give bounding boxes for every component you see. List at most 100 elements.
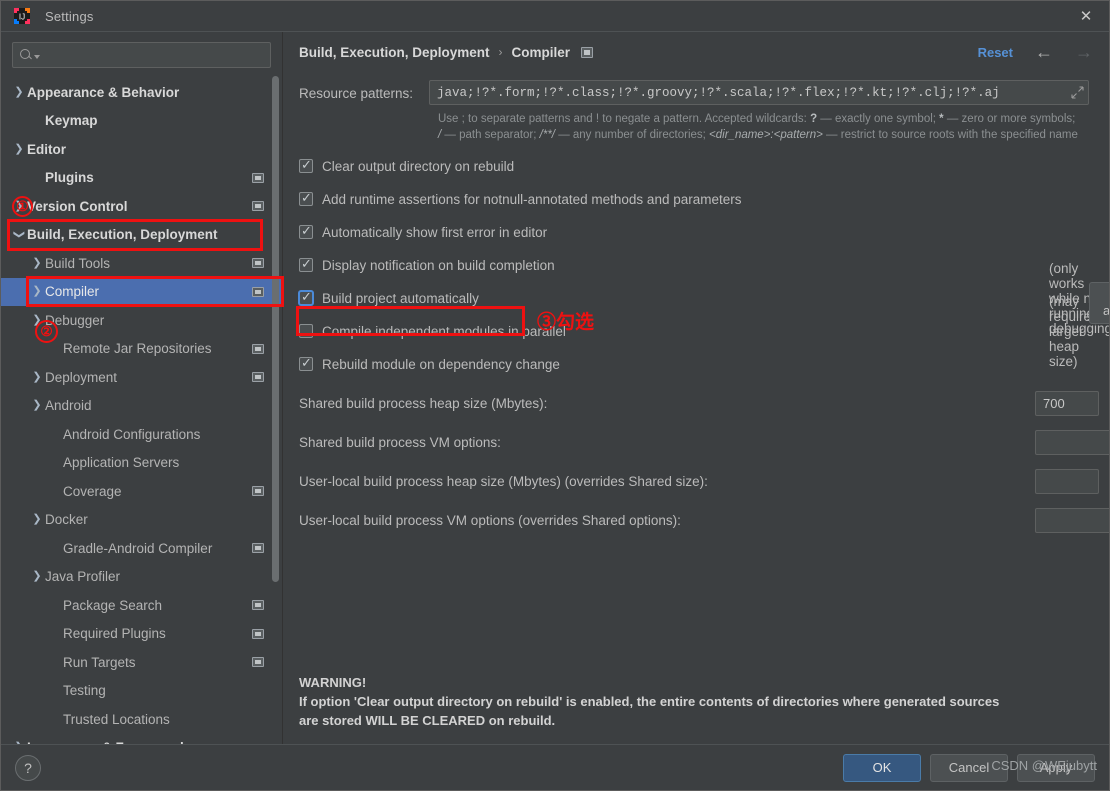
- field-input[interactable]: [1035, 507, 1109, 533]
- settings-content: Build, Execution, Deployment › Compiler …: [283, 32, 1109, 744]
- search-box[interactable]: [12, 42, 271, 68]
- sidebar-item-package-search[interactable]: Package Search: [1, 591, 282, 620]
- sidebar-item-keymap[interactable]: Keymap: [1, 107, 282, 136]
- checkbox-row[interactable]: Clear output directory on rebuild: [299, 154, 1089, 178]
- sidebar-item-plugins[interactable]: Plugins: [1, 164, 282, 193]
- sidebar-item-label: Android: [45, 398, 92, 414]
- sidebar-item-deployment[interactable]: ❯ Deployment: [1, 363, 282, 392]
- sidebar-item-compiler[interactable]: ❯ Compiler: [1, 277, 282, 306]
- checkbox-checked-icon[interactable]: [299, 289, 313, 305]
- settings-field-row: User-local build process heap size (Mbyt…: [299, 468, 1099, 494]
- cancel-button[interactable]: Cancel: [930, 753, 1008, 782]
- sidebar-item-build-execution-deployment[interactable]: ❯ Build, Execution, Deployment: [1, 221, 282, 250]
- sidebar-item-trusted-locations[interactable]: Trusted Locations: [1, 705, 282, 734]
- help-button[interactable]: ?: [15, 754, 41, 781]
- apply-button[interactable]: Apply: [1017, 753, 1095, 782]
- chevron-right-icon[interactable]: ❯: [29, 571, 45, 582]
- build-process-fields: Shared build process heap size (Mbytes):…: [299, 390, 1109, 533]
- breadcrumb-current: Compiler: [511, 44, 571, 60]
- sidebar-item-application-servers[interactable]: Application Servers: [1, 449, 282, 478]
- sidebar-item-label: Remote Jar Repositories: [63, 341, 212, 357]
- configure-annotations-button[interactable]: Configure annotations...: [1089, 282, 1109, 324]
- sidebar-item-label: Run Targets: [63, 654, 136, 670]
- chevron-right-icon[interactable]: ❯: [29, 514, 45, 525]
- sidebar-item-coverage[interactable]: Coverage: [1, 477, 282, 506]
- sidebar-item-required-plugins[interactable]: Required Plugins: [1, 620, 282, 649]
- sidebar-item-version-control[interactable]: ❯ Version Control: [1, 192, 282, 221]
- sidebar-item-label: Version Control: [27, 198, 128, 214]
- resource-patterns-field[interactable]: java;!?*.form;!?*.class;!?*.groovy;!?*.s…: [429, 80, 1089, 105]
- checkbox-checked-icon[interactable]: [299, 157, 313, 173]
- sidebar-item-java-profiler[interactable]: ❯ Java Profiler: [1, 563, 282, 592]
- chevron-right-icon[interactable]: ❯: [29, 400, 45, 411]
- sidebar-item-testing[interactable]: Testing: [1, 677, 282, 706]
- chevron-right-icon[interactable]: ❯: [11, 86, 27, 98]
- checkbox-label: Display notification on build completion: [322, 257, 555, 273]
- chevron-right-icon[interactable]: ❯: [29, 257, 45, 269]
- field-input[interactable]: [1035, 429, 1109, 455]
- checkbox-checked-icon[interactable]: [299, 256, 313, 272]
- sidebar-item-languages-frameworks[interactable]: ❯Languages & Frameworks: [1, 734, 282, 744]
- sidebar-item-android-configurations[interactable]: Android Configurations: [1, 420, 282, 449]
- sidebar-item-appearance-behavior[interactable]: ❯ Appearance & Behavior: [1, 78, 282, 107]
- checkbox-label: Clear output directory on rebuild: [322, 158, 515, 174]
- sidebar-item-debugger[interactable]: ❯ Debugger: [1, 306, 282, 335]
- sidebar-item-editor[interactable]: ❯ Editor: [1, 135, 282, 164]
- reset-button[interactable]: Reset: [978, 45, 1013, 60]
- checkbox-row[interactable]: Automatically show first error in editor: [299, 220, 1089, 244]
- resource-patterns-hint: Use ; to separate patterns and ! to nega…: [438, 112, 1078, 143]
- sidebar-item-run-targets[interactable]: Run Targets: [1, 648, 282, 677]
- project-settings-badge-icon: [252, 286, 264, 297]
- sidebar-item-build-tools[interactable]: ❯ Build Tools: [1, 249, 282, 278]
- checkbox-row[interactable]: Add runtime assertions for notnull-annot…: [299, 187, 1089, 211]
- settings-field-row: User-local build process VM options (ove…: [299, 507, 1109, 533]
- sidebar-item-remote-jar-repositories[interactable]: Remote Jar Repositories: [1, 335, 282, 364]
- chevron-right-icon[interactable]: ❯: [11, 200, 27, 212]
- close-icon[interactable]: ✕: [1063, 1, 1109, 32]
- ok-button[interactable]: OK: [843, 753, 921, 782]
- chevron-right-icon[interactable]: ❯: [29, 286, 45, 297]
- sidebar-item-label: Plugins: [45, 170, 94, 186]
- sidebar-item-label: Build Tools: [45, 255, 111, 271]
- breadcrumb-bar: Build, Execution, Deployment › Compiler …: [283, 32, 1109, 72]
- sidebar-item-android[interactable]: ❯ Android: [1, 392, 282, 421]
- warning-line-1: If option 'Clear output directory on reb…: [299, 694, 1000, 709]
- hint-seg-7: — restrict to source: [822, 128, 926, 141]
- project-settings-badge-icon: [252, 343, 264, 354]
- sidebar-item-label: Build, Execution, Deployment: [27, 227, 218, 243]
- arrow-right-icon[interactable]: →: [1075, 42, 1093, 63]
- settings-field-row: Shared build process heap size (Mbytes):: [299, 390, 1099, 416]
- project-settings-badge-icon: [252, 372, 264, 383]
- checkbox-unchecked-icon[interactable]: [299, 324, 313, 338]
- checkbox-label: Automatically show first error in editor: [322, 224, 548, 240]
- checkbox-row[interactable]: Display notification on build completion: [299, 253, 1089, 277]
- sidebar-item-label: Gradle-Android Compiler: [63, 540, 213, 556]
- checkbox-row[interactable]: Compile independent modules in parallel (…: [299, 294, 1091, 369]
- field-label: Shared build process heap size (Mbytes):: [299, 395, 548, 411]
- compiler-checkbox-group: Clear output directory on rebuild Add run…: [299, 154, 1109, 376]
- chevron-right-icon[interactable]: ❯: [29, 314, 45, 326]
- chevron-right-icon[interactable]: ❯: [11, 143, 27, 155]
- hint-globstar: /**/: [539, 128, 555, 141]
- checkbox-checked-icon[interactable]: [299, 190, 313, 206]
- checkbox-checked-icon[interactable]: [299, 223, 313, 239]
- project-settings-badge-icon: [252, 657, 264, 668]
- sidebar-scrollbar[interactable]: [272, 76, 279, 582]
- expand-field-icon[interactable]: [1071, 86, 1084, 99]
- arrow-left-icon[interactable]: ←: [1035, 42, 1053, 63]
- chevron-down-icon[interactable]: ❯: [11, 229, 27, 240]
- checkbox-row[interactable]: Rebuild module on dependency change: [299, 352, 1089, 376]
- field-input[interactable]: [1035, 468, 1099, 494]
- chevron-right-icon[interactable]: ❯: [29, 371, 45, 383]
- field-input[interactable]: [1035, 390, 1099, 416]
- sidebar-item-gradle-android-compiler[interactable]: Gradle-Android Compiler: [1, 534, 282, 563]
- hint-seg-4: more symbols;: [1000, 113, 1076, 125]
- checkbox-checked-icon[interactable]: [299, 355, 313, 371]
- checkbox-row[interactable]: Build project automatically(only works w…: [299, 261, 1109, 336]
- breadcrumb-parent[interactable]: Build, Execution, Deployment: [299, 45, 490, 60]
- sidebar-item-docker[interactable]: ❯ Docker: [1, 506, 282, 535]
- search-input[interactable]: [40, 48, 264, 62]
- sidebar-item-label: Package Search: [63, 597, 163, 613]
- breadcrumb-separator: ›: [498, 45, 503, 59]
- hint-seg-2: — exactly one symbol;: [817, 113, 940, 125]
